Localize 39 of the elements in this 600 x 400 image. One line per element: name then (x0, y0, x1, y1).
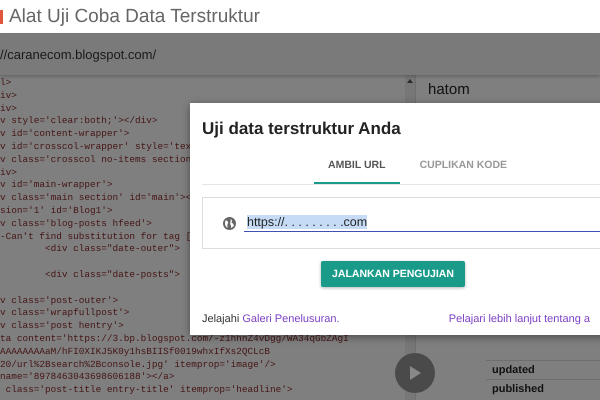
code-line: sion='1' id='Blog1'> (0, 204, 113, 218)
panel-heading: hatom (427, 80, 471, 98)
code-line: <div class="date-outer"> (44, 243, 180, 256)
code-line: v class='main section' id='main'>< (0, 192, 192, 205)
property-row: published (486, 379, 600, 398)
code-line: class='post-title entry-title' itemprop='headline'> (4, 384, 293, 397)
code-line: iv> (0, 102, 17, 116)
scroll-up-icon[interactable] (407, 79, 413, 83)
code-line: v id='main-wrapper'> (0, 179, 113, 192)
code-line: 20/url%2Bsearch%2Bconsole.jpg' itemprop='image'/> (0, 358, 276, 372)
window-title: Alat Uji Coba Data Terstruktur (9, 6, 260, 28)
run-test-button[interactable]: JALANKAN PENGUJIAN (321, 261, 465, 287)
code-line: <div class="date-posts"> (44, 268, 180, 282)
code-line: v id='content-wrapper'> (0, 128, 130, 141)
code-line: -Can't find substitution for tag [ (0, 230, 192, 244)
code-line: v class='post-outer'> (0, 294, 118, 308)
code-line: v class='post hentry'> (0, 320, 124, 333)
logo-icon (0, 10, 3, 24)
footer-text: Jelajahi (202, 313, 240, 325)
url-field[interactable]: https://. . . . . . . . .com (244, 214, 600, 232)
code-line: AAAAAAAAaM/hFI0XIKJ5K0y1hsBIISf0019whxIfXs2QCLcB (0, 346, 270, 359)
globe-icon (223, 216, 236, 230)
url-text: //caranecom.blogspot.com/ (0, 46, 156, 62)
code-line: iv> (0, 90, 17, 103)
code-line: name='8978463043698606188'></a> (0, 371, 174, 384)
code-line: v style='clear:both;'></div> (0, 115, 158, 128)
play-icon (409, 366, 421, 380)
code-line: v class='wrapfullpost'> (0, 307, 130, 320)
gallery-link[interactable]: Galeri Penelusuran. (242, 313, 340, 325)
code-line: ta content='https://3.bp.blogspot.com/-z1hhnZ4vDgg/WA34qGbZAgI (0, 332, 349, 346)
property-row: updated (486, 360, 600, 379)
code-line: l> (0, 77, 12, 90)
learn-more-link[interactable]: Pelajari lebih lanjut tentang a (448, 313, 600, 325)
code-line: v id='crosscol-wrapper' style='tex (0, 140, 192, 154)
code-line: iv> (0, 166, 17, 180)
dialog-title: Uji data terstruktur Anda (202, 119, 402, 139)
code-line: v class='blog-posts hfeed'> (0, 218, 152, 231)
tab[interactable]: AMBIL URL (314, 149, 400, 184)
code-line: v class='crosscol no-items section (0, 154, 192, 167)
